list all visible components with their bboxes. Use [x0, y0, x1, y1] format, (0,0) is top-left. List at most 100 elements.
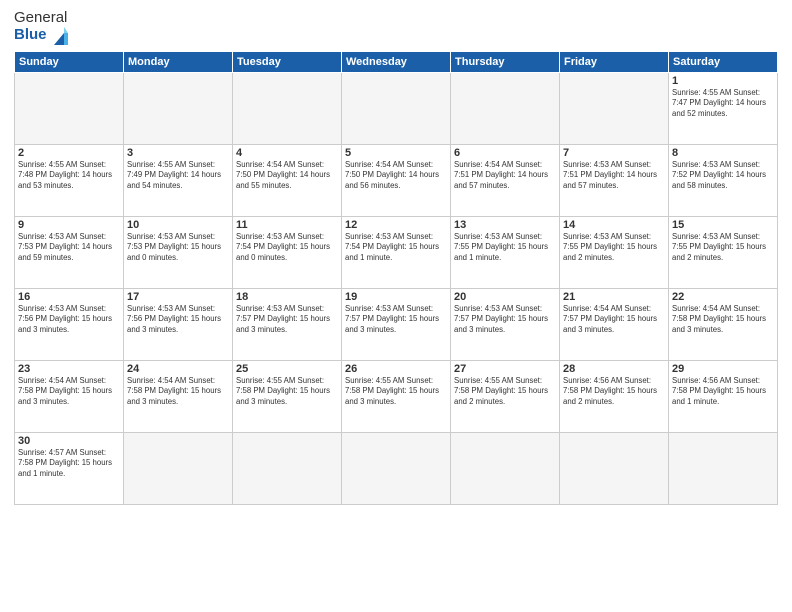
day-info: Sunrise: 4:55 AM Sunset: 7:58 PM Dayligh… [236, 376, 338, 408]
page: General Blue SundayMondayTuesdayWednesda… [0, 0, 792, 612]
calendar-week-1: 2Sunrise: 4:55 AM Sunset: 7:48 PM Daylig… [15, 144, 778, 216]
day-info: Sunrise: 4:56 AM Sunset: 7:58 PM Dayligh… [672, 376, 774, 408]
day-number: 18 [236, 291, 338, 303]
day-number: 24 [127, 363, 229, 375]
calendar-cell: 29Sunrise: 4:56 AM Sunset: 7:58 PM Dayli… [669, 360, 778, 432]
day-info: Sunrise: 4:53 AM Sunset: 7:56 PM Dayligh… [18, 304, 120, 336]
day-header-sunday: Sunday [15, 51, 124, 72]
day-info: Sunrise: 4:53 AM Sunset: 7:51 PM Dayligh… [563, 160, 665, 192]
calendar-cell [342, 72, 451, 144]
day-number: 27 [454, 363, 556, 375]
calendar-cell: 10Sunrise: 4:53 AM Sunset: 7:53 PM Dayli… [124, 216, 233, 288]
calendar-cell: 7Sunrise: 4:53 AM Sunset: 7:51 PM Daylig… [560, 144, 669, 216]
day-header-saturday: Saturday [669, 51, 778, 72]
day-info: Sunrise: 4:53 AM Sunset: 7:57 PM Dayligh… [454, 304, 556, 336]
day-info: Sunrise: 4:55 AM Sunset: 7:48 PM Dayligh… [18, 160, 120, 192]
day-number: 17 [127, 291, 229, 303]
day-info: Sunrise: 4:55 AM Sunset: 7:58 PM Dayligh… [345, 376, 447, 408]
calendar-cell [669, 432, 778, 504]
day-info: Sunrise: 4:54 AM Sunset: 7:51 PM Dayligh… [454, 160, 556, 192]
day-number: 30 [18, 435, 120, 447]
header: General Blue [14, 10, 778, 45]
calendar-cell: 24Sunrise: 4:54 AM Sunset: 7:58 PM Dayli… [124, 360, 233, 432]
calendar-cell: 8Sunrise: 4:53 AM Sunset: 7:52 PM Daylig… [669, 144, 778, 216]
day-info: Sunrise: 4:54 AM Sunset: 7:50 PM Dayligh… [236, 160, 338, 192]
calendar-week-0: 1Sunrise: 4:55 AM Sunset: 7:47 PM Daylig… [15, 72, 778, 144]
logo-triangle-icon [50, 27, 68, 45]
calendar-week-4: 23 Sunrise: 4:54 AM Sunset: 7:58 PM Dayli… [15, 360, 778, 432]
calendar-cell [560, 72, 669, 144]
day-number: 9 [18, 219, 120, 231]
calendar-header-row: SundayMondayTuesdayWednesdayThursdayFrid… [15, 51, 778, 72]
day-info: Sunrise: 4:54 AM Sunset: 7:50 PM Dayligh… [345, 160, 447, 192]
calendar-cell [124, 72, 233, 144]
calendar-cell: 4Sunrise: 4:54 AM Sunset: 7:50 PM Daylig… [233, 144, 342, 216]
calendar-cell: 28Sunrise: 4:56 AM Sunset: 7:58 PM Dayli… [560, 360, 669, 432]
day-number: 19 [345, 291, 447, 303]
calendar-cell [15, 72, 124, 144]
calendar-cell: 22Sunrise: 4:54 AM Sunset: 7:58 PM Dayli… [669, 288, 778, 360]
calendar-cell: 27Sunrise: 4:55 AM Sunset: 7:58 PM Dayli… [451, 360, 560, 432]
day-info: Sunrise: 4:53 AM Sunset: 7:53 PM Dayligh… [18, 232, 120, 264]
day-number: 12 [345, 219, 447, 231]
calendar-cell [233, 432, 342, 504]
day-number: 2 [18, 147, 120, 159]
calendar-cell: 21Sunrise: 4:54 AM Sunset: 7:57 PM Dayli… [560, 288, 669, 360]
day-number: 21 [563, 291, 665, 303]
day-number: 6 [454, 147, 556, 159]
calendar-cell [124, 432, 233, 504]
calendar-cell [451, 432, 560, 504]
day-number: 26 [345, 363, 447, 375]
calendar-cell [342, 432, 451, 504]
calendar-cell [451, 72, 560, 144]
day-number: 16 [18, 291, 120, 303]
calendar-cell [233, 72, 342, 144]
day-number: 4 [236, 147, 338, 159]
day-number: 10 [127, 219, 229, 231]
calendar-cell: 25Sunrise: 4:55 AM Sunset: 7:58 PM Dayli… [233, 360, 342, 432]
day-number: 28 [563, 363, 665, 375]
day-number: 15 [672, 219, 774, 231]
day-info: Sunrise: 4:53 AM Sunset: 7:55 PM Dayligh… [563, 232, 665, 264]
day-info: Sunrise: 4:56 AM Sunset: 7:58 PM Dayligh… [563, 376, 665, 408]
day-header-monday: Monday [124, 51, 233, 72]
calendar-cell: 14Sunrise: 4:53 AM Sunset: 7:55 PM Dayli… [560, 216, 669, 288]
day-header-thursday: Thursday [451, 51, 560, 72]
calendar-cell: 12Sunrise: 4:53 AM Sunset: 7:54 PM Dayli… [342, 216, 451, 288]
day-number: 20 [454, 291, 556, 303]
day-number: 25 [236, 363, 338, 375]
calendar-cell [560, 432, 669, 504]
calendar-cell: 16Sunrise: 4:53 AM Sunset: 7:56 PM Dayli… [15, 288, 124, 360]
day-number: 5 [345, 147, 447, 159]
calendar-cell: 15Sunrise: 4:53 AM Sunset: 7:55 PM Dayli… [669, 216, 778, 288]
day-info: Sunrise: 4:53 AM Sunset: 7:56 PM Dayligh… [127, 304, 229, 336]
day-info: Sunrise: 4:53 AM Sunset: 7:54 PM Dayligh… [345, 232, 447, 264]
day-info: Sunrise: 4:57 AM Sunset: 7:58 PM Dayligh… [18, 448, 120, 480]
calendar-cell: 9Sunrise: 4:53 AM Sunset: 7:53 PM Daylig… [15, 216, 124, 288]
day-info: Sunrise: 4:53 AM Sunset: 7:55 PM Dayligh… [672, 232, 774, 264]
day-info: Sunrise: 4:53 AM Sunset: 7:54 PM Dayligh… [236, 232, 338, 264]
calendar-cell: 26Sunrise: 4:55 AM Sunset: 7:58 PM Dayli… [342, 360, 451, 432]
day-number: 1 [672, 75, 774, 87]
logo-wordmark: General Blue [14, 10, 68, 45]
day-number: 8 [672, 147, 774, 159]
day-info: Sunrise: 4:55 AM Sunset: 7:47 PM Dayligh… [672, 88, 774, 120]
day-info: Sunrise: 4:53 AM Sunset: 7:55 PM Dayligh… [454, 232, 556, 264]
logo-general: General [14, 9, 67, 26]
calendar-cell: 19Sunrise: 4:53 AM Sunset: 7:57 PM Dayli… [342, 288, 451, 360]
day-number: 14 [563, 219, 665, 231]
day-info: Sunrise: 4:54 AM Sunset: 7:58 PM Dayligh… [672, 304, 774, 336]
calendar-cell: 6Sunrise: 4:54 AM Sunset: 7:51 PM Daylig… [451, 144, 560, 216]
calendar-cell: 30Sunrise: 4:57 AM Sunset: 7:58 PM Dayli… [15, 432, 124, 504]
calendar-cell: 3Sunrise: 4:55 AM Sunset: 7:49 PM Daylig… [124, 144, 233, 216]
day-header-friday: Friday [560, 51, 669, 72]
calendar-cell: 11Sunrise: 4:53 AM Sunset: 7:54 PM Dayli… [233, 216, 342, 288]
day-number: 23 [18, 363, 120, 375]
calendar-week-2: 9Sunrise: 4:53 AM Sunset: 7:53 PM Daylig… [15, 216, 778, 288]
calendar-week-3: 16Sunrise: 4:53 AM Sunset: 7:56 PM Dayli… [15, 288, 778, 360]
calendar-week-5: 30Sunrise: 4:57 AM Sunset: 7:58 PM Dayli… [15, 432, 778, 504]
day-info: Sunrise: 4:54 AM Sunset: 7:57 PM Dayligh… [563, 304, 665, 336]
logo: General Blue [14, 10, 68, 45]
day-info: Sunrise: 4:54 AM Sunset: 7:58 PM Dayligh… [127, 376, 229, 408]
day-info: Sunrise: 4:53 AM Sunset: 7:53 PM Dayligh… [127, 232, 229, 264]
